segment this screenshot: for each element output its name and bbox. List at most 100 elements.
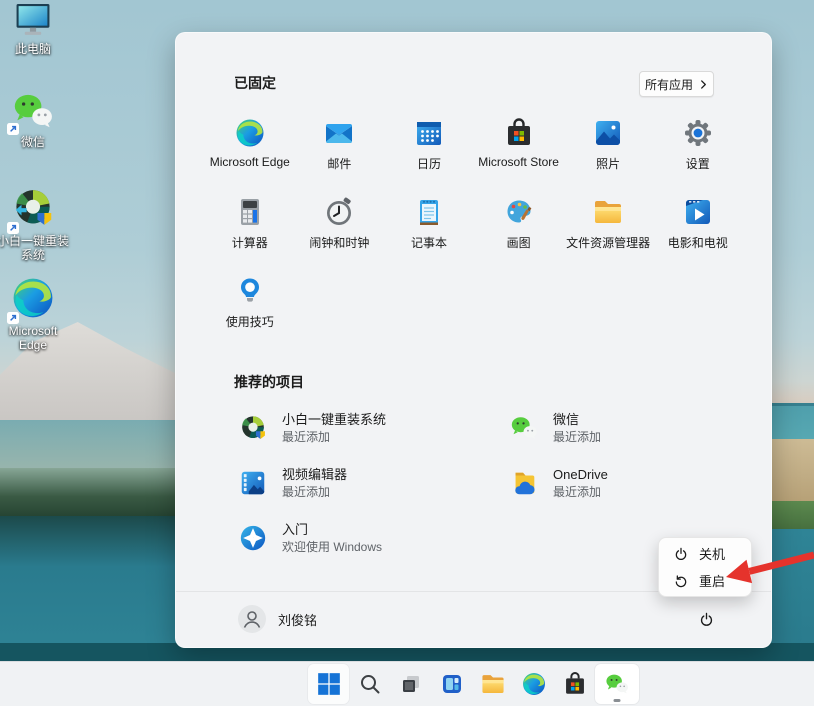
store-icon <box>503 117 535 149</box>
recommended-subtitle: 最近添加 <box>282 484 347 500</box>
pinned-app-label: 记事本 <box>411 234 447 251</box>
taskbar-edge-button[interactable] <box>513 664 554 704</box>
xiaobai-icon <box>10 185 56 231</box>
pinned-app-microsoft-store[interactable]: Microsoft Store <box>474 117 564 196</box>
pinned-app-calendar[interactable]: 日历 <box>384 117 474 196</box>
mail-icon <box>323 117 355 149</box>
recommended-subtitle: 最近添加 <box>282 429 386 445</box>
desktop-icon-this-pc[interactable]: 此电脑 <box>0 2 71 56</box>
wallpaper-mist <box>0 420 185 472</box>
pinned-app-label: 画图 <box>507 234 531 251</box>
edge-icon <box>521 671 547 697</box>
taskbar-store-button[interactable] <box>554 664 595 704</box>
wallpaper-treeline <box>0 468 185 520</box>
running-indicator <box>614 699 621 702</box>
pinned-app-label: 设置 <box>686 155 710 172</box>
clock-icon <box>323 196 355 228</box>
recommended-subtitle: 欢迎使用 Windows <box>282 539 382 555</box>
pinned-app-microsoft-edge[interactable]: Microsoft Edge <box>205 117 295 196</box>
xiaobai-icon <box>238 413 268 443</box>
recommended-title: OneDrive <box>553 467 608 483</box>
chevron-right-icon <box>699 80 708 89</box>
restart-icon <box>673 573 689 589</box>
task-view-icon <box>399 672 423 696</box>
onedrive-icon <box>509 468 539 498</box>
pinned-app-label: 使用技巧 <box>226 313 274 330</box>
shortcut-arrow-icon <box>7 122 19 134</box>
avatar <box>238 605 266 633</box>
pinned-section-header: 已固定 <box>234 73 276 93</box>
desktop-icon-edge[interactable]: Microsoft Edge <box>0 275 71 352</box>
pinned-app-notepad[interactable]: 记事本 <box>384 196 474 275</box>
taskbar <box>0 661 814 706</box>
edge-icon <box>234 117 266 149</box>
pinned-app-paint[interactable]: 画图 <box>474 196 564 275</box>
pinned-app-calculator[interactable]: 计算器 <box>205 196 295 275</box>
pinned-app-label: 计算器 <box>232 234 268 251</box>
recommended-item-get-started[interactable]: 入门欢迎使用 Windows <box>238 522 509 577</box>
shortcut-arrow-icon <box>7 311 19 323</box>
widgets-icon <box>440 672 464 696</box>
movies-icon <box>682 196 714 228</box>
desktop-icon-label: 此电脑 <box>15 42 51 56</box>
pinned-app-alarms-clock[interactable]: 闹钟和时钟 <box>295 196 385 275</box>
recommended-item-wechat[interactable]: 微信最近添加 <box>509 412 780 467</box>
power-icon <box>673 546 689 562</box>
pinned-app-label: Microsoft Store <box>478 155 559 169</box>
power-button[interactable] <box>694 607 718 631</box>
recommended-title: 小白一键重装系统 <box>282 412 386 428</box>
calendar-icon <box>413 117 445 149</box>
pinned-app-label: 日历 <box>417 155 441 172</box>
recommended-title: 微信 <box>553 412 601 428</box>
edge-icon <box>10 275 56 321</box>
pinned-app-label: 照片 <box>596 155 620 172</box>
folder-icon <box>480 671 506 697</box>
pinned-apps-grid: Microsoft Edge 邮件 日历 Microsoft Store 照片 <box>205 117 743 354</box>
calculator-icon <box>234 196 266 228</box>
recommended-subtitle: 最近添加 <box>553 429 601 445</box>
pinned-app-settings[interactable]: 设置 <box>653 117 743 196</box>
pinned-app-movies-tv[interactable]: 电影和电视 <box>653 196 743 275</box>
flyout-item-restart[interactable]: 重启 <box>659 567 751 594</box>
pinned-app-photos[interactable]: 照片 <box>563 117 653 196</box>
taskbar-start-button[interactable] <box>308 664 349 704</box>
taskbar-search-button[interactable] <box>349 664 390 704</box>
windows-logo-icon <box>316 671 342 697</box>
shortcut-arrow-icon <box>7 221 19 233</box>
recommended-title: 视频编辑器 <box>282 467 347 483</box>
recommended-item-onedrive[interactable]: OneDrive最近添加 <box>509 467 780 522</box>
recommended-title: 入门 <box>282 522 382 538</box>
pinned-app-mail[interactable]: 邮件 <box>295 117 385 196</box>
pinned-app-tips[interactable]: 使用技巧 <box>205 275 295 354</box>
desktop-icon-label: 小白一键重装系统 <box>0 234 69 262</box>
pinned-app-label: 电影和电视 <box>668 234 728 251</box>
wechat-icon <box>509 413 539 443</box>
search-icon <box>358 672 382 696</box>
desktop-icon-xiaobai[interactable]: 小白一键重装系统 <box>0 185 71 262</box>
taskbar-file-explorer-button[interactable] <box>472 664 513 704</box>
recommended-item-video-editor[interactable]: 视频编辑器最近添加 <box>238 467 509 522</box>
recommended-item-xiaobai[interactable]: 小白一键重装系统最近添加 <box>238 412 509 467</box>
user-button[interactable]: 刘俊铭 <box>238 605 317 633</box>
pinned-app-label: 文件资源管理器 <box>566 234 650 251</box>
taskbar-icons <box>308 662 639 706</box>
store-icon <box>562 671 588 697</box>
all-apps-label: 所有应用 <box>645 76 693 93</box>
get-started-icon <box>238 523 268 553</box>
pinned-app-label: 闹钟和时钟 <box>309 234 369 251</box>
all-apps-button[interactable]: 所有应用 <box>639 71 714 97</box>
power-icon <box>698 611 715 628</box>
taskbar-wechat-button[interactable] <box>595 664 639 704</box>
taskbar-widgets-button[interactable] <box>431 664 472 704</box>
wechat-icon <box>10 90 56 132</box>
desktop-icon-label: 微信 <box>21 135 45 149</box>
notepad-icon <box>413 196 445 228</box>
wechat-icon <box>604 671 630 697</box>
flyout-item-shutdown[interactable]: 关机 <box>659 540 751 567</box>
video-editor-icon <box>238 468 268 498</box>
taskbar-task-view-button[interactable] <box>390 664 431 704</box>
wallpaper-water-right <box>770 529 814 661</box>
pinned-app-file-explorer[interactable]: 文件资源管理器 <box>563 196 653 275</box>
paint-icon <box>503 196 535 228</box>
desktop-icon-wechat[interactable]: 微信 <box>0 90 71 149</box>
